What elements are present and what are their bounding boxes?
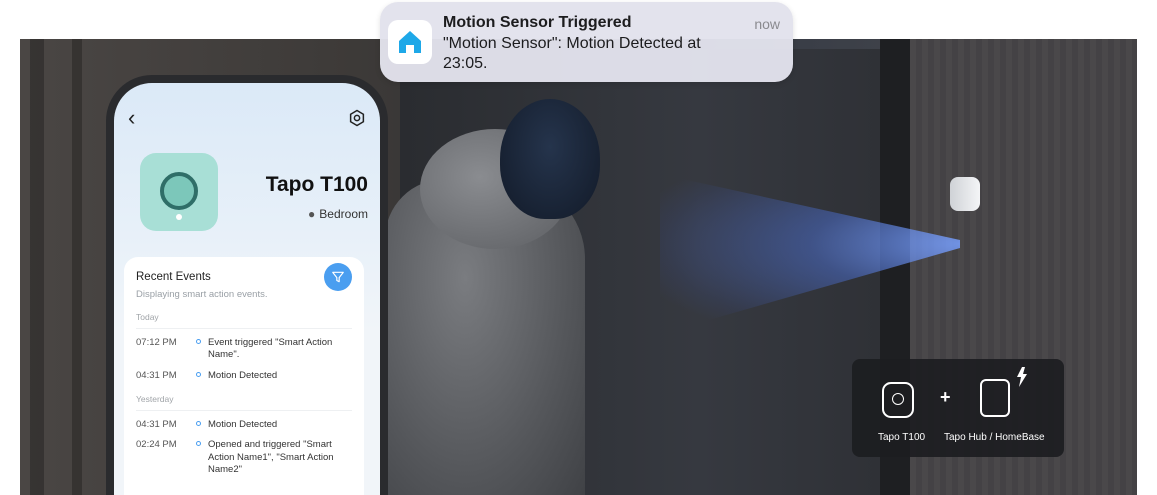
- event-time: 02:24 PM: [136, 439, 177, 451]
- day-label-today: Today: [136, 312, 352, 329]
- compatibility-panel: + Tapo T100 Tapo Hub / HomeBase: [852, 359, 1064, 457]
- intruder-balaclava: [500, 99, 600, 219]
- hub-icon: [980, 379, 1010, 417]
- day-label-yesterday: Yesterday: [136, 394, 352, 412]
- event-text: Event triggered "Smart Action Name".: [208, 337, 333, 361]
- timeline-dot: [196, 371, 201, 377]
- location-pin-icon: ●: [308, 207, 316, 221]
- home-icon: [399, 31, 421, 53]
- wall-panel: [72, 39, 82, 495]
- compat-item-label: Tapo Hub / HomeBase: [944, 432, 1045, 443]
- push-notification[interactable]: Motion Sensor Triggered "Motion Sensor":…: [380, 2, 793, 82]
- event-row[interactable]: 04:31 PM Motion Detected: [136, 370, 352, 382]
- sensor-lens-icon: [160, 172, 198, 210]
- event-time: 04:31 PM: [136, 419, 177, 431]
- event-time: 07:12 PM: [136, 337, 177, 348]
- recent-events-card: Recent Events Displaying smart action ev…: [124, 257, 364, 495]
- chevron-left-icon[interactable]: ‹: [128, 107, 135, 129]
- timeline-dot: [196, 339, 201, 344]
- event-text: Motion Detected: [208, 369, 278, 381]
- timeline-dot: [196, 421, 201, 427]
- event-text: Opened and triggered "Smart Action Name1…: [208, 439, 334, 476]
- event-row[interactable]: 02:24 PM Opened and triggered "Smart Act…: [136, 439, 352, 476]
- app-screen: ‹ Tapo T100 ● Bedroom Recent Events Displ…: [114, 83, 380, 495]
- location-label: Bedroom: [319, 207, 368, 221]
- signal-bolt-icon: [1017, 367, 1027, 387]
- sensor-icon: [882, 382, 914, 418]
- events-subtitle: Displaying smart action events.: [136, 289, 268, 300]
- device-location: ● Bedroom: [308, 207, 368, 221]
- device-image: [140, 153, 218, 231]
- event-text: Motion Detected: [208, 419, 278, 431]
- phone-mockup: ‹ Tapo T100 ● Bedroom Recent Events Displ…: [106, 75, 388, 495]
- timeline-dot: [196, 441, 201, 447]
- gear-icon[interactable]: [348, 109, 366, 127]
- motion-sensor-device: [950, 177, 980, 211]
- notification-time: now: [754, 16, 780, 32]
- indicator-dot: [176, 214, 182, 220]
- notification-title: Motion Sensor Triggered: [443, 14, 632, 31]
- filter-icon: [332, 271, 344, 283]
- event-row[interactable]: 07:12 PM Event triggered "Smart Action N…: [136, 337, 352, 362]
- event-time: 04:31 PM: [136, 369, 177, 381]
- home-app-icon: [388, 20, 432, 64]
- wall-panel: [30, 39, 44, 495]
- compat-item-label: Tapo T100: [878, 432, 926, 443]
- plus-sign: +: [940, 387, 951, 407]
- event-row[interactable]: 04:31 PM Motion Detected: [136, 419, 352, 431]
- events-title: Recent Events: [136, 271, 211, 283]
- device-name: Tapo T100: [265, 173, 368, 196]
- marketing-banner: ‹ Tapo T100 ● Bedroom Recent Events Displ…: [0, 0, 1157, 495]
- filter-button[interactable]: [324, 263, 352, 291]
- notification-body: "Motion Sensor": Motion Detected at 23:0…: [443, 35, 701, 72]
